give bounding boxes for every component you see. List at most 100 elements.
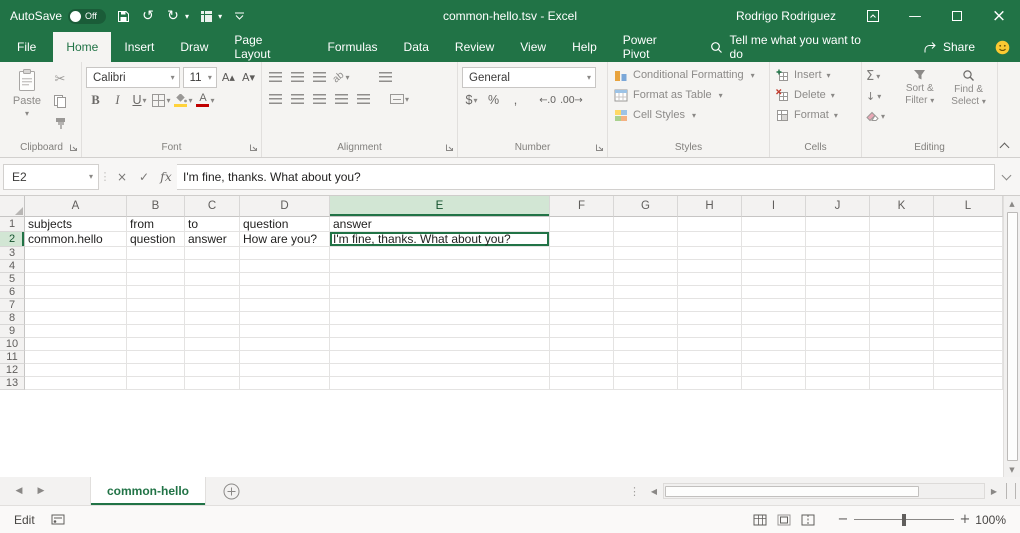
font-color-button[interactable]: A▾ — [196, 90, 215, 110]
autosave-toggle[interactable]: AutoSave Off — [10, 9, 106, 24]
cell-B6[interactable] — [127, 286, 185, 299]
vertical-scroll-thumb[interactable] — [1007, 212, 1018, 461]
formula-input[interactable] — [177, 164, 995, 190]
increase-indent-button[interactable] — [354, 89, 373, 109]
collapse-ribbon-button[interactable] — [997, 139, 1011, 151]
cell-J6[interactable] — [806, 286, 870, 299]
cell-D1[interactable]: question — [240, 217, 330, 232]
cell-C4[interactable] — [185, 260, 240, 273]
cell-J13[interactable] — [806, 377, 870, 390]
page-break-view-button[interactable] — [796, 509, 820, 531]
number-dialog-launcher[interactable] — [595, 143, 604, 152]
cell-A3[interactable] — [25, 247, 127, 260]
cell-G10[interactable] — [614, 338, 678, 351]
number-format-select[interactable]: General ▾ — [462, 67, 596, 88]
row-header-2[interactable]: 2 — [0, 232, 25, 247]
row-header-8[interactable]: 8 — [0, 312, 25, 325]
cell-G3[interactable] — [614, 247, 678, 260]
conditional-formatting-button[interactable]: Conditional Formatting ▾ — [612, 65, 765, 85]
cell-K7[interactable] — [870, 299, 934, 312]
cell-F1[interactable] — [550, 217, 614, 232]
enter-button[interactable]: ✓ — [133, 164, 155, 190]
cell-L8[interactable] — [934, 312, 1003, 325]
tab-data[interactable]: Data — [391, 32, 442, 62]
cell-I3[interactable] — [742, 247, 806, 260]
tab-insert[interactable]: Insert — [111, 32, 167, 62]
cell-A11[interactable] — [25, 351, 127, 364]
merge-center-button[interactable]: ▾ — [390, 89, 409, 109]
cell-D13[interactable] — [240, 377, 330, 390]
cell-J4[interactable] — [806, 260, 870, 273]
cell-B12[interactable] — [127, 364, 185, 377]
column-header-D[interactable]: D — [240, 196, 330, 217]
cell-I13[interactable] — [742, 377, 806, 390]
cell-G4[interactable] — [614, 260, 678, 273]
row-header-6[interactable]: 6 — [0, 286, 25, 299]
zoom-out-button[interactable]: − — [834, 512, 852, 527]
cell-G1[interactable] — [614, 217, 678, 232]
cell-L12[interactable] — [934, 364, 1003, 377]
cell-G9[interactable] — [614, 325, 678, 338]
percent-style-button[interactable]: % — [484, 90, 503, 110]
clipboard-dialog-launcher[interactable] — [69, 143, 78, 152]
fill-color-button[interactable]: ▾ — [174, 90, 193, 110]
cell-styles-button[interactable]: Cell Styles ▾ — [612, 105, 765, 125]
cell-A7[interactable] — [25, 299, 127, 312]
cell-L10[interactable] — [934, 338, 1003, 351]
cell-E1[interactable]: answer — [330, 217, 550, 232]
sort-filter-button[interactable]: Sort & Filter ▾ — [895, 65, 944, 140]
accounting-format-button[interactable]: $▾ — [462, 90, 481, 110]
cell-B2[interactable]: question — [127, 232, 185, 247]
delete-cells-button[interactable]: Delete ▾ — [774, 85, 857, 105]
tab-draw[interactable]: Draw — [167, 32, 221, 62]
cell-G11[interactable] — [614, 351, 678, 364]
table-tool-dropdown-icon[interactable]: ▾ — [218, 12, 222, 21]
cell-E9[interactable] — [330, 325, 550, 338]
tab-view[interactable]: View — [507, 32, 559, 62]
cell-K5[interactable] — [870, 273, 934, 286]
cell-I5[interactable] — [742, 273, 806, 286]
cell-B8[interactable] — [127, 312, 185, 325]
next-sheet-icon[interactable]: ▶ — [30, 477, 52, 505]
cell-E7[interactable] — [330, 299, 550, 312]
align-right-button[interactable] — [310, 89, 329, 109]
cell-A13[interactable] — [25, 377, 127, 390]
cell-G12[interactable] — [614, 364, 678, 377]
insert-function-button[interactable]: fx — [155, 164, 177, 190]
cell-F9[interactable] — [550, 325, 614, 338]
cell-C13[interactable] — [185, 377, 240, 390]
cell-L2[interactable] — [934, 232, 1003, 247]
cell-A6[interactable] — [25, 286, 127, 299]
cell-J3[interactable] — [806, 247, 870, 260]
cell-K10[interactable] — [870, 338, 934, 351]
cell-A5[interactable] — [25, 273, 127, 286]
cell-D11[interactable] — [240, 351, 330, 364]
column-header-H[interactable]: H — [678, 196, 742, 217]
cell-G7[interactable] — [614, 299, 678, 312]
row-header-3[interactable]: 3 — [0, 247, 25, 260]
normal-view-button[interactable] — [748, 509, 772, 531]
column-header-I[interactable]: I — [742, 196, 806, 217]
cell-I6[interactable] — [742, 286, 806, 299]
cut-button[interactable]: ✂ — [48, 70, 72, 88]
cell-D4[interactable] — [240, 260, 330, 273]
cell-H10[interactable] — [678, 338, 742, 351]
cell-H11[interactable] — [678, 351, 742, 364]
cell-D8[interactable] — [240, 312, 330, 325]
scroll-down-icon[interactable]: ▼ — [1004, 462, 1020, 477]
cell-D2[interactable]: How are you? — [240, 232, 330, 247]
name-box[interactable]: E2 ▾ — [3, 164, 99, 190]
cell-G5[interactable] — [614, 273, 678, 286]
scroll-up-icon[interactable]: ▲ — [1004, 196, 1020, 211]
customize-quick-access-button[interactable] — [231, 4, 247, 28]
cell-F2[interactable] — [550, 232, 614, 247]
cell-F8[interactable] — [550, 312, 614, 325]
format-cells-button[interactable]: Format ▾ — [774, 105, 857, 125]
cell-E4[interactable] — [330, 260, 550, 273]
cell-K9[interactable] — [870, 325, 934, 338]
decrease-font-size-button[interactable]: A▾ — [240, 71, 257, 84]
cell-F4[interactable] — [550, 260, 614, 273]
cell-K6[interactable] — [870, 286, 934, 299]
cell-F11[interactable] — [550, 351, 614, 364]
cell-K4[interactable] — [870, 260, 934, 273]
